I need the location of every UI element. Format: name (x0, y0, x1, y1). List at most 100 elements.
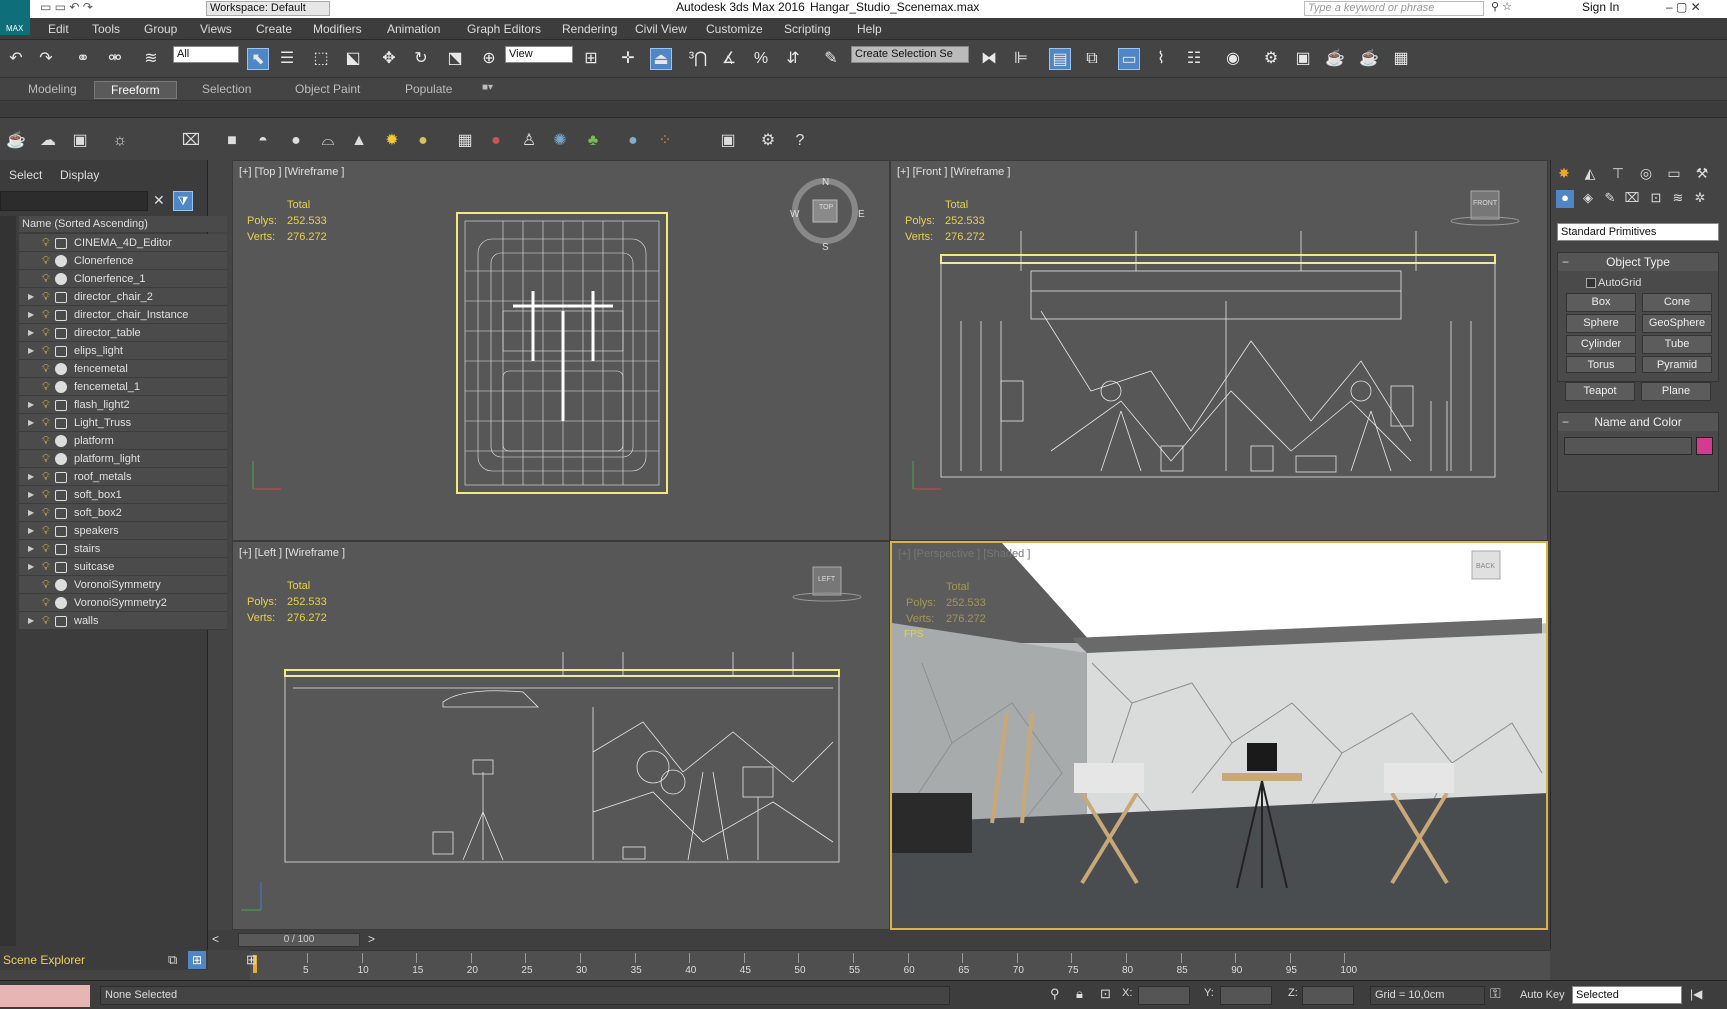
filter-icon[interactable]: ⧩ (173, 191, 193, 211)
undo-icon[interactable]: ↶ (5, 48, 27, 70)
name-and-color-header[interactable]: Name and Color (1558, 413, 1718, 431)
prev-frame-icon[interactable]: < (212, 932, 219, 946)
visibility-bulb-icon[interactable]: 💡︎ (42, 273, 50, 285)
motion-tab-icon[interactable]: ◎ (1635, 165, 1657, 185)
navcube-perspective[interactable]: BACK (1476, 563, 1495, 570)
rendered-frame-icon[interactable]: ▣ (1292, 48, 1314, 70)
list-item[interactable]: ▶ 💡︎ soft_box2 (19, 504, 227, 522)
list-item[interactable]: ▶ 💡︎ roof_metals (19, 468, 227, 486)
explorer-column-header[interactable]: Name (Sorted Ascending) (19, 216, 227, 232)
visibility-bulb-icon[interactable]: 💡︎ (42, 381, 50, 393)
z-coord-input[interactable] (1302, 986, 1354, 1005)
mini-curve-editor-icon[interactable]: ⊞ (246, 952, 257, 968)
tab-freeform[interactable]: Freeform (94, 81, 177, 99)
list-item[interactable]: ▶ 💡︎ director_chair_2 (19, 288, 227, 306)
percent-snap-icon[interactable]: % (750, 48, 772, 70)
toggle-scene-explorer-icon[interactable]: ▤ (1049, 48, 1071, 70)
app-logo-icon[interactable]: MAX (0, 0, 30, 35)
list-item[interactable]: 💡︎ fencemetal (19, 360, 227, 378)
align-icon[interactable]: ⊫ (1010, 48, 1032, 70)
menu-animation[interactable]: Animation (387, 22, 440, 36)
cylinder-button[interactable]: Cylinder (1566, 335, 1636, 354)
go-to-start-icon[interactable]: |◀ (1690, 987, 1702, 1001)
visibility-bulb-icon[interactable]: 💡︎ (42, 291, 50, 303)
lights-icon[interactable]: ✎ (1601, 190, 1619, 208)
visibility-bulb-icon[interactable]: 💡︎ (42, 543, 50, 555)
geometry-icon[interactable]: ● (1556, 190, 1574, 208)
auto-key-button[interactable]: Auto Key (1520, 989, 1565, 1001)
help-icon[interactable]: ? (789, 130, 811, 152)
next-frame-icon[interactable]: > (368, 932, 375, 946)
x-coord-input[interactable] (1138, 986, 1190, 1005)
list-item[interactable]: 💡︎ Clonerfence (19, 252, 227, 270)
scale-icon[interactable]: ⬔ (444, 48, 466, 70)
material-sphere-icon[interactable]: ● (485, 130, 507, 152)
time-slider[interactable]: 0 / 100 (238, 933, 360, 947)
utilities-tab-icon[interactable]: ⚒ (1691, 165, 1713, 185)
visibility-bulb-icon[interactable]: 💡︎ (42, 363, 50, 375)
visibility-bulb-icon[interactable]: 💡︎ (42, 579, 50, 591)
teapot-icon[interactable]: ☕ (5, 130, 27, 152)
list-item[interactable]: ▶ 💡︎ soft_box1 (19, 486, 227, 504)
unlink-icon[interactable]: ⚮ (104, 48, 126, 70)
maxscript-listener[interactable] (0, 985, 90, 1007)
explorer-select-menu[interactable]: Select (9, 168, 42, 182)
viewport-perspective[interactable]: [+] [Perspective ] [Shaded ] Total Polys… (890, 541, 1548, 930)
menu-customize[interactable]: Customize (706, 22, 763, 36)
list-item[interactable]: ▶ 💡︎ director_table (19, 324, 227, 342)
menu-rendering[interactable]: Rendering (562, 22, 617, 36)
redo-icon[interactable]: ↷ (35, 48, 57, 70)
list-item[interactable]: ▶ 💡︎ director_chair_Instance (19, 306, 227, 324)
manipulate-icon[interactable]: ✛ (617, 48, 639, 70)
cone-primitive-icon[interactable]: ▲ (348, 130, 370, 152)
torus-button[interactable]: Torus (1566, 356, 1636, 373)
list-item[interactable]: 💡︎ platform_light (19, 450, 227, 468)
explorer-display-menu[interactable]: Display (60, 168, 99, 182)
sphere-primitive-icon[interactable]: ● (285, 130, 307, 152)
menu-views[interactable]: Views (200, 22, 232, 36)
select-object-icon[interactable]: ⬉ (247, 48, 269, 70)
viewport-left[interactable]: [+] [Left ] [Wireframe ] Total Polys: 252… (232, 541, 890, 930)
cloud-icon[interactable]: ☁ (37, 130, 59, 152)
menu-modifiers[interactable]: Modifiers (313, 22, 362, 36)
visibility-bulb-icon[interactable]: 💡︎ (42, 399, 50, 411)
list-item[interactable]: 💡︎ platform (19, 432, 227, 450)
select-by-name-icon[interactable]: ☰ (276, 48, 298, 70)
visibility-bulb-icon[interactable]: 💡︎ (42, 597, 50, 609)
window-controls[interactable]: – ▢ ✕ (1666, 0, 1701, 14)
visibility-bulb-icon[interactable]: 💡︎ (42, 615, 50, 627)
render-production-icon[interactable]: ☕ (1324, 48, 1346, 70)
geosphere-button[interactable]: GeoSphere (1642, 314, 1712, 333)
list-item[interactable]: 💡︎ fencemetal_1 (19, 378, 227, 396)
camera-icon[interactable]: ⌧ (180, 130, 202, 152)
visibility-bulb-icon[interactable]: 💡︎ (42, 327, 50, 339)
expand-arrow-icon[interactable]: ▶ (28, 414, 34, 432)
object-color-swatch[interactable] (1696, 437, 1713, 455)
list-item[interactable]: ▶ 💡︎ suitcase (19, 558, 227, 576)
tab-populate[interactable]: Populate (389, 81, 468, 97)
keyboard-shortcut-override-icon[interactable]: ⏏ (650, 48, 672, 70)
spacewarps-icon[interactable]: ≋ (1669, 190, 1687, 208)
modify-tab-icon[interactable]: ◭ (1579, 165, 1601, 185)
sky-icon[interactable]: ● (412, 130, 434, 152)
visibility-bulb-icon[interactable]: 💡︎ (42, 345, 50, 357)
hemisphere-icon[interactable]: ◓ (252, 130, 274, 152)
object-name-input[interactable] (1564, 437, 1692, 455)
hierarchy-icon[interactable]: ⊞ (188, 951, 206, 969)
menu-scripting[interactable]: Scripting (784, 22, 831, 36)
visibility-bulb-icon[interactable]: 💡︎ (42, 453, 50, 465)
list-item[interactable]: 💡︎ VoronoiSymmetry (19, 576, 227, 594)
viewport-front[interactable]: [+] [Front ] [Wireframe ] Total Polys: 25… (890, 160, 1548, 541)
teapot-button[interactable]: Teapot (1565, 382, 1635, 401)
cone-button[interactable]: Cone (1642, 293, 1712, 312)
rect-selection-icon[interactable]: ⬚ (310, 48, 332, 70)
expand-arrow-icon[interactable]: ▶ (28, 342, 34, 360)
bind-spacewarp-icon[interactable]: ≋ (140, 48, 162, 70)
light-lister-icon[interactable]: ☼ (109, 130, 131, 152)
expand-arrow-icon[interactable]: ▶ (28, 504, 34, 522)
absolute-mode-icon[interactable]: ⊡ (1100, 986, 1111, 1002)
particles-icon[interactable]: ✺ (549, 130, 571, 152)
viewport-top[interactable]: [+] [Top ] [Wireframe ] Total Polys: 252.… (232, 160, 890, 541)
environment-icon[interactable]: ▣ (69, 130, 91, 152)
visibility-bulb-icon[interactable]: 💡︎ (42, 417, 50, 429)
